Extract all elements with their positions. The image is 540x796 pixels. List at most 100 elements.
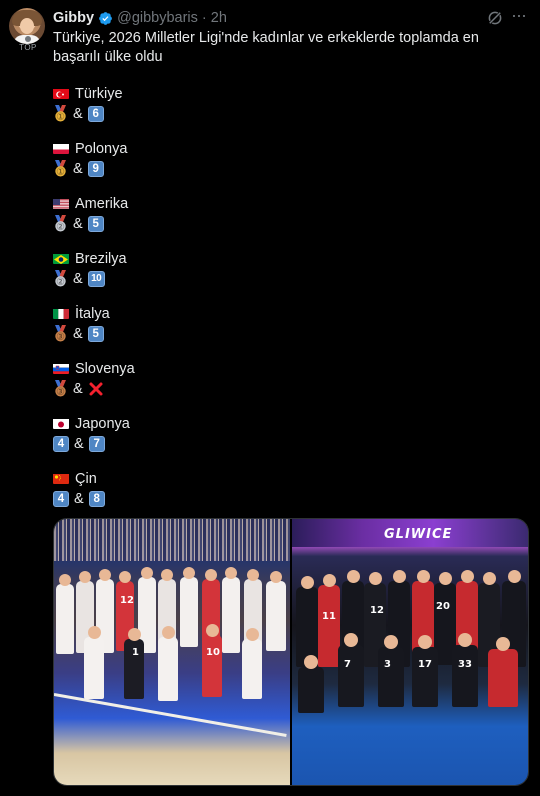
country-entry: Amerika 2 & 5 bbox=[53, 194, 253, 233]
player-head bbox=[322, 574, 336, 587]
ampersand: & bbox=[73, 325, 83, 342]
svg-text:1: 1 bbox=[58, 114, 62, 121]
country-name-row: Slovenya bbox=[53, 359, 253, 378]
men-rank-keycap: 5 bbox=[87, 325, 104, 342]
player-head bbox=[245, 628, 259, 641]
player-head bbox=[119, 571, 131, 583]
men-rank-keycap: 8 bbox=[88, 490, 105, 507]
jersey-number: 12 bbox=[370, 605, 384, 616]
player-figure bbox=[266, 581, 286, 651]
author-name[interactable]: Gibby bbox=[53, 10, 94, 26]
svg-text:2: 2 bbox=[58, 224, 62, 231]
crowd bbox=[54, 519, 290, 561]
player-head bbox=[205, 569, 217, 581]
player-head bbox=[482, 572, 496, 585]
ampersand: & bbox=[74, 435, 84, 452]
men-rank-keycap: 9 bbox=[87, 160, 104, 177]
gold-medal-icon: 1 bbox=[53, 160, 68, 177]
player-head bbox=[205, 624, 219, 637]
bronze-medal-icon: 3 bbox=[53, 380, 68, 397]
country-name: Slovenya bbox=[75, 360, 135, 377]
player-head bbox=[384, 635, 398, 649]
top-badge: TOP bbox=[12, 36, 44, 52]
player-figure bbox=[488, 649, 518, 707]
women-rank-keycap: 4 bbox=[53, 435, 69, 452]
jersey-number: 20 bbox=[436, 601, 450, 612]
country-name: Brezilya bbox=[75, 250, 127, 267]
country-name-row: Çin bbox=[53, 469, 253, 488]
player-figure bbox=[56, 584, 74, 654]
men-rank-keycap: 7 bbox=[88, 435, 105, 452]
player-head bbox=[344, 633, 358, 647]
result-row: 2 & 5 bbox=[53, 214, 253, 233]
separator: · bbox=[201, 10, 207, 26]
post-time[interactable]: 2h bbox=[211, 10, 227, 26]
more-options-icon[interactable]: ··· bbox=[511, 6, 529, 27]
br-flag-icon bbox=[53, 253, 69, 264]
country-name-row: Polonya bbox=[53, 139, 253, 158]
player-head bbox=[183, 567, 195, 579]
cross-mark-icon bbox=[88, 381, 104, 397]
player-figure bbox=[318, 585, 340, 667]
media-grid: 12 1 10 GLIWICE 11 7 3 17 33 20 12 bbox=[53, 518, 529, 786]
player-figure bbox=[452, 645, 478, 707]
player-head bbox=[496, 637, 510, 651]
svg-text:3: 3 bbox=[58, 334, 62, 341]
player-head bbox=[368, 572, 382, 585]
player-figure bbox=[222, 577, 240, 653]
result-row: 3 & 5 bbox=[53, 324, 253, 343]
pl-flag-icon bbox=[53, 143, 69, 154]
player-head bbox=[438, 572, 452, 585]
country-name-row: İtalya bbox=[53, 304, 253, 323]
player-head bbox=[225, 567, 237, 579]
country-name-row: Brezilya bbox=[53, 249, 253, 268]
jp-flag-icon bbox=[53, 418, 69, 429]
cn-flag-icon bbox=[53, 473, 69, 484]
grok-icon[interactable] bbox=[486, 9, 504, 27]
gold-medal-icon: 1 bbox=[53, 105, 68, 122]
post-header: Gibby @gibbybaris · 2h bbox=[53, 9, 227, 27]
player-head bbox=[270, 571, 282, 583]
post-text: Türkiye, 2026 Milletler Ligi'nde kadınla… bbox=[53, 30, 479, 65]
player-head bbox=[460, 570, 474, 583]
result-row: 2 & 10 bbox=[53, 269, 253, 288]
country-name-row: Amerika bbox=[53, 194, 253, 213]
country-name: Amerika bbox=[75, 195, 129, 212]
player-figure bbox=[298, 667, 324, 713]
player-figure bbox=[378, 647, 404, 707]
men-rank-keycap: 5 bbox=[87, 215, 104, 232]
country-name: Çin bbox=[75, 470, 97, 487]
player-head bbox=[161, 569, 173, 581]
player-head bbox=[127, 628, 141, 641]
verified-badge-icon bbox=[99, 11, 112, 25]
jersey-number: 33 bbox=[458, 659, 472, 670]
badge-label: TOP bbox=[19, 43, 37, 52]
player-figure bbox=[202, 635, 222, 697]
us-flag-icon bbox=[53, 198, 69, 209]
player-figure bbox=[412, 647, 438, 707]
arena-banner-text: GLIWICE bbox=[384, 527, 453, 542]
player-head bbox=[418, 635, 432, 649]
jersey-number: 7 bbox=[344, 659, 351, 670]
player-head bbox=[79, 571, 91, 583]
player-head bbox=[458, 633, 472, 647]
result-row: 3 & bbox=[53, 379, 253, 398]
jersey-number: 10 bbox=[206, 647, 220, 658]
country-entry: İtalya 3 & 5 bbox=[53, 304, 253, 343]
country-entry: Türkiye 1 & 6 bbox=[53, 84, 253, 123]
tr-flag-icon bbox=[53, 88, 69, 99]
men-team-photo[interactable]: GLIWICE 11 7 3 17 33 20 12 bbox=[292, 519, 528, 785]
silver-medal-icon: 2 bbox=[53, 215, 68, 232]
author-handle[interactable]: @gibbybaris bbox=[117, 10, 198, 26]
ampersand: & bbox=[73, 160, 83, 177]
player-head bbox=[507, 570, 521, 583]
country-entry: Slovenya 3 & bbox=[53, 359, 253, 398]
svg-text:1: 1 bbox=[58, 169, 62, 176]
player-head bbox=[161, 626, 175, 639]
jersey-number: 3 bbox=[384, 659, 391, 670]
player-head bbox=[392, 570, 406, 583]
ampersand: & bbox=[73, 270, 83, 287]
player-head bbox=[87, 626, 101, 639]
women-team-photo[interactable]: 12 1 10 bbox=[54, 519, 290, 785]
ampersand: & bbox=[73, 105, 83, 122]
